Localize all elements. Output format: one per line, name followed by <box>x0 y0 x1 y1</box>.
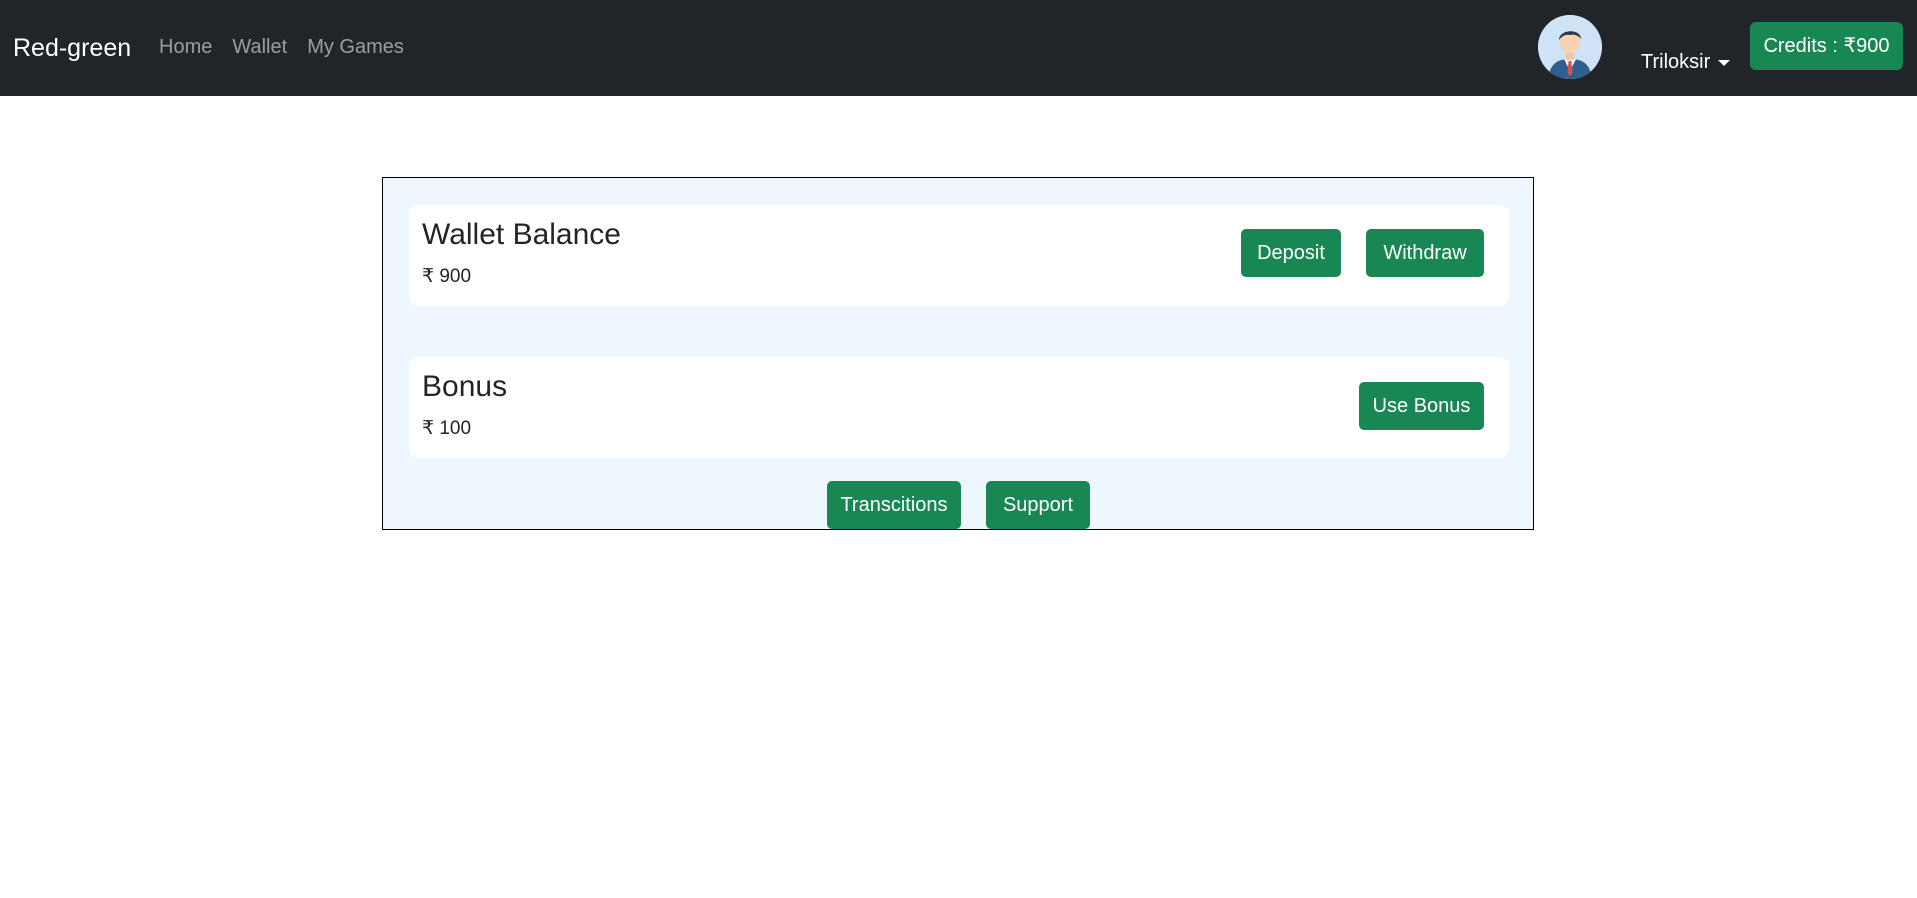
bonus-title: Bonus <box>422 370 508 403</box>
nav-links: Home Wallet My Games <box>159 33 404 61</box>
wallet-panel: Wallet Balance ₹ 900 Deposit Withdraw Bo… <box>382 177 1534 530</box>
wallet-balance-title: Wallet Balance <box>422 218 621 251</box>
bonus-card: Bonus ₹ 100 Use Bonus <box>409 357 1509 458</box>
nav-link-wallet[interactable]: Wallet <box>232 33 287 61</box>
nav-link-home[interactable]: Home <box>159 33 212 61</box>
withdraw-button[interactable]: Withdraw <box>1366 229 1484 277</box>
bonus-amount: ₹ 100 <box>422 418 472 439</box>
user-menu-dropdown[interactable]: Triloksir <box>1641 49 1731 75</box>
user-name-label: Triloksir <box>1641 51 1711 73</box>
nav-link-my-games[interactable]: My Games <box>307 33 404 61</box>
deposit-button[interactable]: Deposit <box>1241 229 1341 277</box>
support-button[interactable]: Support <box>986 481 1090 529</box>
wallet-balance-amount: ₹ 900 <box>422 266 472 287</box>
transactions-button[interactable]: Transcitions <box>827 481 961 529</box>
user-avatar-icon[interactable] <box>1538 15 1602 79</box>
businessman-avatar-icon <box>1538 15 1602 79</box>
wallet-balance-card: Wallet Balance ₹ 900 Deposit Withdraw <box>409 205 1509 306</box>
caret-down-icon <box>1718 60 1731 66</box>
top-navbar: Red-green Home Wallet My Games Triloksir… <box>0 0 1917 96</box>
brand-logo-link[interactable]: Red-green <box>13 31 131 65</box>
credits-button[interactable]: Credits : ₹900 <box>1750 22 1903 70</box>
use-bonus-button[interactable]: Use Bonus <box>1359 382 1484 430</box>
